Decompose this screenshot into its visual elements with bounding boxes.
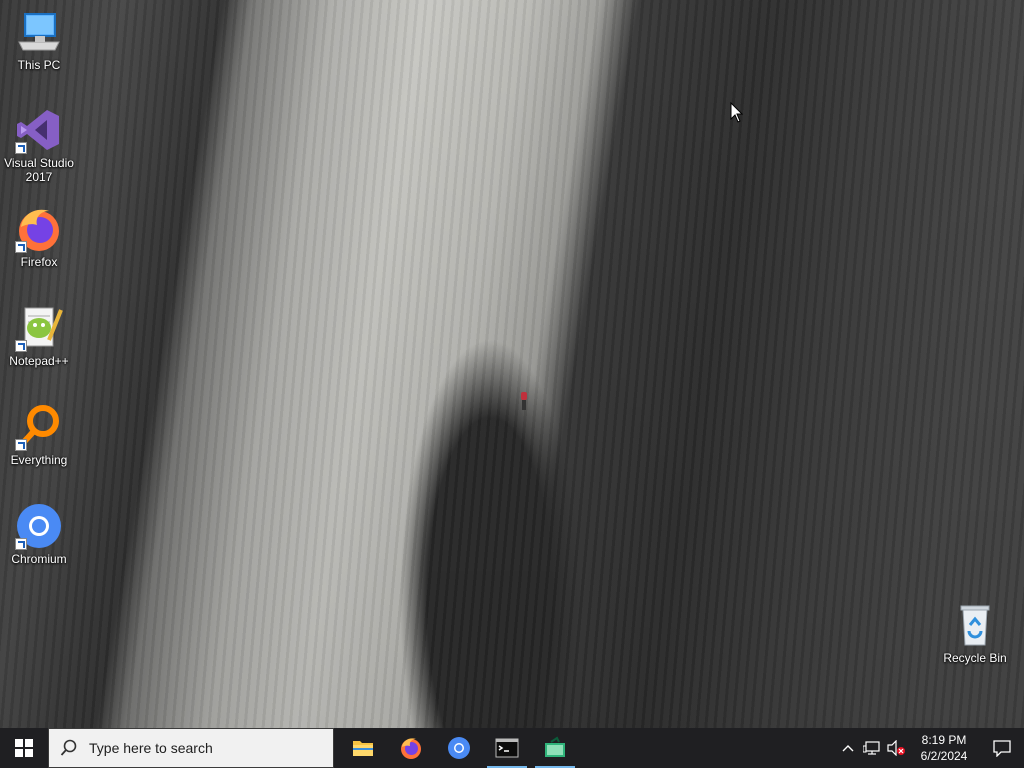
desktop-icon-this-pc[interactable]: This PC <box>1 8 77 72</box>
desktop-icon-label: Chromium <box>11 552 67 566</box>
taskbar-app-chromium[interactable] <box>435 728 483 768</box>
firefox-icon <box>401 738 421 759</box>
desktop-icon-visual-studio[interactable]: Visual Studio 2017 <box>1 106 77 184</box>
desktop-icon-label: Everything <box>10 453 68 467</box>
taskbar-app-command-prompt[interactable] <box>483 728 531 768</box>
notification-icon <box>993 740 1011 757</box>
chromium-icon <box>448 737 470 759</box>
terminal-icon <box>495 738 519 758</box>
desktop-icon-label: Recycle Bin <box>943 651 1007 665</box>
desktop-icon-firefox[interactable]: Firefox <box>1 205 77 269</box>
windows-logo-icon <box>15 739 33 757</box>
visual-studio-icon <box>15 106 63 154</box>
desktop-icon-label: Notepad++ <box>9 354 69 368</box>
desktop-icon-chromium[interactable]: Chromium <box>1 502 77 566</box>
taskbar-app-firefox[interactable] <box>387 728 435 768</box>
shortcut-arrow-icon <box>15 439 27 451</box>
wallpaper-texture <box>0 0 1024 728</box>
shortcut-arrow-icon <box>15 538 27 550</box>
shortcut-arrow-icon <box>15 241 27 253</box>
action-center-button[interactable] <box>980 728 1024 768</box>
mouse-cursor-icon <box>730 101 744 129</box>
folder-icon <box>353 741 373 756</box>
system-tray: 8:19 PM 6/2/2024 <box>836 728 1024 768</box>
desktop[interactable]: This PC Visual Studio 2017 Firefox Notep… <box>0 0 1024 728</box>
desktop-icon-label: Firefox <box>20 255 58 269</box>
wallpaper-climber <box>520 392 528 412</box>
chromium-icon <box>15 502 63 550</box>
search-icon <box>49 739 89 757</box>
desktop-icon-label: This PC <box>17 58 61 72</box>
screen-capture-icon <box>545 736 565 757</box>
everything-search-icon <box>15 403 63 451</box>
shortcut-arrow-icon <box>15 142 27 154</box>
desktop-icon-label: Visual Studio 2017 <box>4 156 74 184</box>
recycle-bin-icon <box>951 601 999 649</box>
taskbar-search-box[interactable]: Type here to search <box>48 728 334 768</box>
taskbar-app-screen-capture[interactable] <box>531 728 579 768</box>
desktop-icon-everything[interactable]: Everything <box>1 403 77 467</box>
volume-muted-icon[interactable] <box>884 728 908 768</box>
taskbar-app-file-explorer[interactable] <box>339 728 387 768</box>
firefox-icon <box>15 205 63 253</box>
computer-icon <box>15 8 63 56</box>
show-hidden-icons-chevron-icon[interactable] <box>836 728 860 768</box>
notepad-plus-plus-icon <box>15 304 63 352</box>
start-button[interactable] <box>0 728 48 768</box>
desktop-icon-recycle-bin[interactable]: Recycle Bin <box>937 601 1013 665</box>
network-icon[interactable] <box>860 728 884 768</box>
taskbar-clock[interactable]: 8:19 PM 6/2/2024 <box>908 732 980 764</box>
clock-date: 6/2/2024 <box>920 749 968 763</box>
shortcut-arrow-icon <box>15 340 27 352</box>
search-placeholder: Type here to search <box>89 740 213 756</box>
desktop-icon-notepad-plus-plus[interactable]: Notepad++ <box>1 304 77 368</box>
taskbar: Type here to search 8:19 PM 6/2/2024 <box>0 728 1024 768</box>
clock-time: 8:19 PM <box>921 733 967 747</box>
